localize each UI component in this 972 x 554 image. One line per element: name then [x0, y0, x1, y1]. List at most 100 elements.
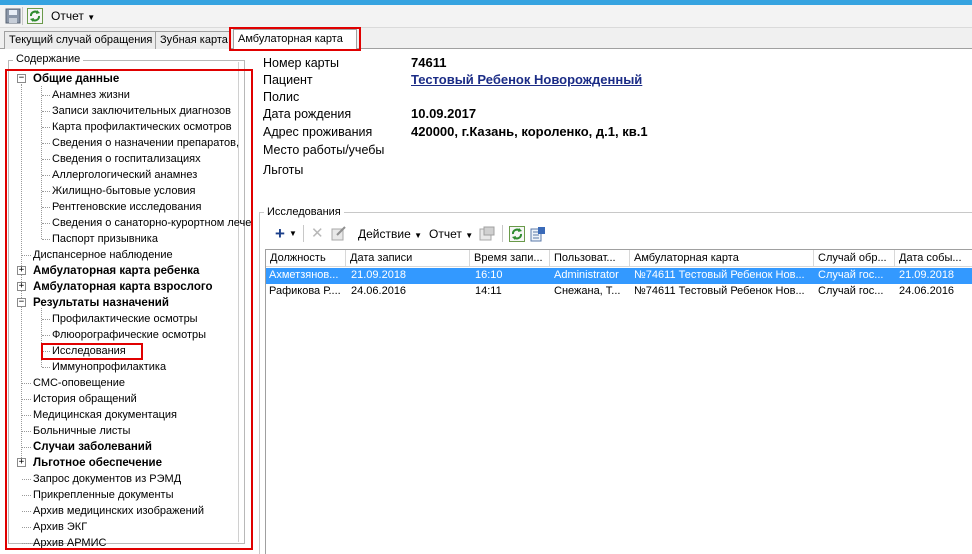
tree-connector [42, 207, 50, 208]
tab-bar: Текущий случай обращения Зубная карта Ам… [0, 28, 972, 50]
tree-connector [42, 143, 50, 144]
tab-current-case-label: Текущий случай обращения [9, 34, 153, 46]
delete-icon[interactable]: ✕ [311, 224, 324, 242]
save-icon[interactable] [5, 8, 21, 24]
tree-item[interactable]: Сведения о санаторно-курортном лече [52, 215, 251, 231]
patient-link[interactable]: Тестовый Ребенок Новорожденный [411, 72, 642, 87]
tree-connector [22, 479, 31, 480]
tree-connector [42, 111, 50, 112]
tree-item[interactable]: Архив ЭКГ [33, 519, 87, 535]
column-header-record-date[interactable]: Дата записи [346, 250, 470, 267]
tree-item[interactable]: Архив медицинских изображений [33, 503, 204, 519]
tree-item[interactable]: Амбулаторная карта ребенка [33, 263, 199, 279]
tree-connector [22, 399, 31, 400]
table-header: Должность Дата записи Время запи... Поль… [266, 250, 972, 267]
table-cell: 24.06.2016 [899, 285, 955, 297]
tree-item[interactable]: Общие данные [33, 71, 119, 87]
birth-date-label: Дата рождения [263, 107, 352, 121]
export-icon[interactable] [530, 226, 546, 245]
birth-date-value: 10.09.2017 [411, 106, 477, 121]
properties-icon[interactable] [479, 226, 495, 244]
column-header-position[interactable]: Должность [266, 250, 346, 267]
tab-current-case[interactable]: Текущий случай обращения [4, 31, 156, 49]
chevron-down-icon: ▼ [465, 231, 474, 240]
toolbar-separator [502, 225, 503, 242]
chevron-down-icon: ▼ [414, 231, 423, 240]
tree-connector [42, 159, 50, 160]
tree-item[interactable]: Архив АРМИС [33, 535, 106, 551]
tree-item[interactable]: Анамнез жизни [52, 87, 130, 103]
tree-item[interactable]: Амбулаторная карта взрослого [33, 279, 213, 295]
column-header-record-time[interactable]: Время запи... [470, 250, 550, 267]
tab-dental-card[interactable]: Зубная карта [155, 31, 231, 49]
expand-icon[interactable]: + [17, 458, 26, 467]
tab-outpatient-card-label: Амбулаторная карта [238, 33, 343, 45]
expand-icon[interactable]: + [17, 282, 26, 291]
chevron-down-icon[interactable]: ▼ [289, 229, 297, 238]
report-menu[interactable]: Отчет ▼ [51, 9, 95, 23]
tree-item[interactable]: Паспорт призывника [52, 231, 158, 247]
card-number-label: Номер карты [263, 56, 340, 70]
tree-connector [22, 431, 31, 432]
table-row[interactable]: Ахметзянов... 21.09.2018 16:10 Administr… [266, 268, 972, 284]
tree-item[interactable]: Случаи заболеваний [33, 439, 152, 455]
column-header-case[interactable]: Случай обр... [814, 250, 895, 267]
tree-item[interactable]: Флюорографические осмотры [52, 327, 206, 343]
table-cell: Administrator [554, 269, 619, 281]
collapse-icon[interactable]: − [17, 298, 26, 307]
chevron-down-icon: ▼ [87, 13, 96, 22]
expand-icon[interactable]: + [17, 266, 26, 275]
tree-connector [42, 191, 50, 192]
tree-connector [22, 543, 31, 544]
edit-icon[interactable] [331, 226, 347, 244]
research-report-menu[interactable]: Отчет ▼ [429, 227, 473, 241]
tree-item[interactable]: Записи заключительных диагнозов [52, 103, 231, 119]
tree-item[interactable]: Сведения о госпитализациях [52, 151, 201, 167]
policy-label: Полис [263, 90, 300, 104]
column-header-outpatient-card[interactable]: Амбулаторная карта [630, 250, 814, 267]
tree-connector [42, 335, 50, 336]
tree-item[interactable]: Сведения о назначении препаратов, [52, 135, 239, 151]
tree-connector [22, 383, 31, 384]
table-cell: 24.06.2016 [351, 285, 407, 297]
tree-item[interactable]: Рентгеновские исследования [52, 199, 202, 215]
tree-item[interactable]: Жилищно-бытовые условия [52, 183, 195, 199]
tree-item[interactable]: Карта профилактических осмотров [52, 119, 232, 135]
tree-item[interactable]: Запрос документов из РЭМД [33, 471, 181, 487]
tree-connector [42, 175, 50, 176]
refresh-icon[interactable] [27, 8, 43, 24]
add-icon[interactable]: + [275, 224, 285, 244]
tree-item[interactable]: Результаты назначений [33, 295, 169, 311]
tree-item[interactable]: Диспансерное наблюдение [33, 247, 173, 263]
action-menu[interactable]: Действие ▼ [358, 227, 422, 241]
tab-outpatient-card[interactable]: Амбулаторная карта [233, 29, 357, 50]
tree-item[interactable]: Аллергологический анамнез [52, 167, 197, 183]
tree-connector [42, 95, 50, 96]
tree-connector [42, 319, 50, 320]
table-cell: 16:10 [475, 269, 503, 281]
tab-dental-card-label: Зубная карта [160, 34, 228, 46]
table-cell: 21.09.2018 [351, 269, 407, 281]
column-header-event-date[interactable]: Дата собы... [895, 250, 972, 267]
table-row[interactable]: Рафикова Р.... 24.06.2016 14:11 Снежана,… [266, 284, 972, 300]
table-cell: Снежана, Т... [554, 285, 621, 297]
tree-item[interactable]: Медицинская документация [33, 407, 177, 423]
tree-item[interactable]: Больничные листы [33, 423, 130, 439]
toolbar-separator [303, 225, 304, 242]
card-number-value: 74611 [411, 55, 447, 70]
tree-item[interactable]: СМС-оповещение [33, 375, 125, 391]
tree-branch-line [41, 308, 42, 367]
tree-item[interactable]: Иммунопрофилактика [52, 359, 166, 375]
tree-item[interactable]: Исследования [52, 343, 126, 359]
column-header-user[interactable]: Пользоват... [550, 250, 630, 267]
refresh-icon[interactable] [509, 226, 525, 245]
tree-item[interactable]: Льготное обеспечение [33, 455, 162, 471]
contents-title: Содержание [13, 53, 84, 65]
tree-item[interactable]: Прикрепленные документы [33, 487, 174, 503]
tree-item[interactable]: Профилактические осмотры [52, 311, 198, 327]
table-cell: №74611 Тестовый Ребенок Нов... [634, 285, 805, 297]
tree-item[interactable]: История обращений [33, 391, 137, 407]
tree-connector [42, 351, 50, 352]
collapse-icon[interactable]: − [17, 74, 26, 83]
table-cell: №74611 Тестовый Ребенок Нов... [634, 269, 805, 281]
